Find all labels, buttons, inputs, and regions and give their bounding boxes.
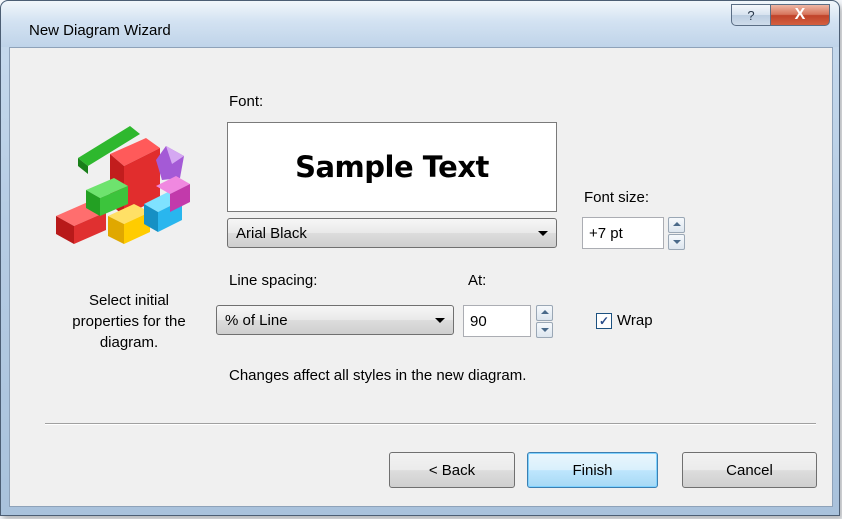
back-button[interactable]: < Back xyxy=(389,452,515,488)
line-spacing-label: Line spacing: xyxy=(229,272,318,289)
font-size-value: +7 pt xyxy=(589,224,623,242)
font-size-stepper[interactable] xyxy=(668,217,685,250)
cancel-button-label: Cancel xyxy=(726,461,773,479)
colorful-blocks-icon xyxy=(56,126,190,244)
decrement-arrow-icon[interactable] xyxy=(536,322,553,338)
font-preview-box: Sample Text xyxy=(227,122,557,212)
sidebar-description: Select initial properties for the diagra… xyxy=(72,292,186,351)
back-button-label: < Back xyxy=(428,461,476,479)
font-dropdown[interactable]: Arial Black xyxy=(227,218,557,248)
finish-button[interactable]: Finish xyxy=(527,452,658,488)
at-input[interactable]: 90 xyxy=(463,305,531,337)
at-label: At: xyxy=(468,272,487,289)
finish-button-label: Finish xyxy=(572,461,613,479)
help-icon: ? xyxy=(747,7,755,23)
checkmark-icon: ✓ xyxy=(598,314,610,328)
font-label: Font: xyxy=(229,93,264,110)
chevron-down-icon xyxy=(538,231,548,236)
info-note: Changes affect all styles in the new dia… xyxy=(229,367,527,384)
increment-arrow-icon[interactable] xyxy=(536,305,553,321)
font-dropdown-value: Arial Black xyxy=(236,224,307,242)
chevron-down-icon xyxy=(435,318,445,323)
line-spacing-dropdown-value: % of Line xyxy=(225,311,288,329)
line-spacing-dropdown[interactable]: % of Line xyxy=(216,305,454,335)
window-title: New Diagram Wizard xyxy=(29,22,171,39)
decrement-arrow-icon[interactable] xyxy=(668,234,685,250)
at-value: 90 xyxy=(470,312,487,330)
help-button[interactable]: ? xyxy=(731,4,771,26)
wrap-checkbox[interactable]: ✓ xyxy=(596,313,612,329)
font-size-input[interactable]: +7 pt xyxy=(582,217,664,249)
wrap-label[interactable]: Wrap xyxy=(617,312,653,329)
separator xyxy=(45,423,816,425)
title-bar[interactable]: New Diagram Wizard ? X xyxy=(1,1,839,47)
font-size-label: Font size: xyxy=(584,189,650,206)
close-icon: X xyxy=(794,6,806,23)
close-button[interactable]: X xyxy=(770,4,830,26)
increment-arrow-icon[interactable] xyxy=(668,217,685,233)
font-preview-text: Sample Text xyxy=(295,150,489,184)
cancel-button[interactable]: Cancel xyxy=(682,452,817,488)
at-stepper[interactable] xyxy=(536,305,553,338)
